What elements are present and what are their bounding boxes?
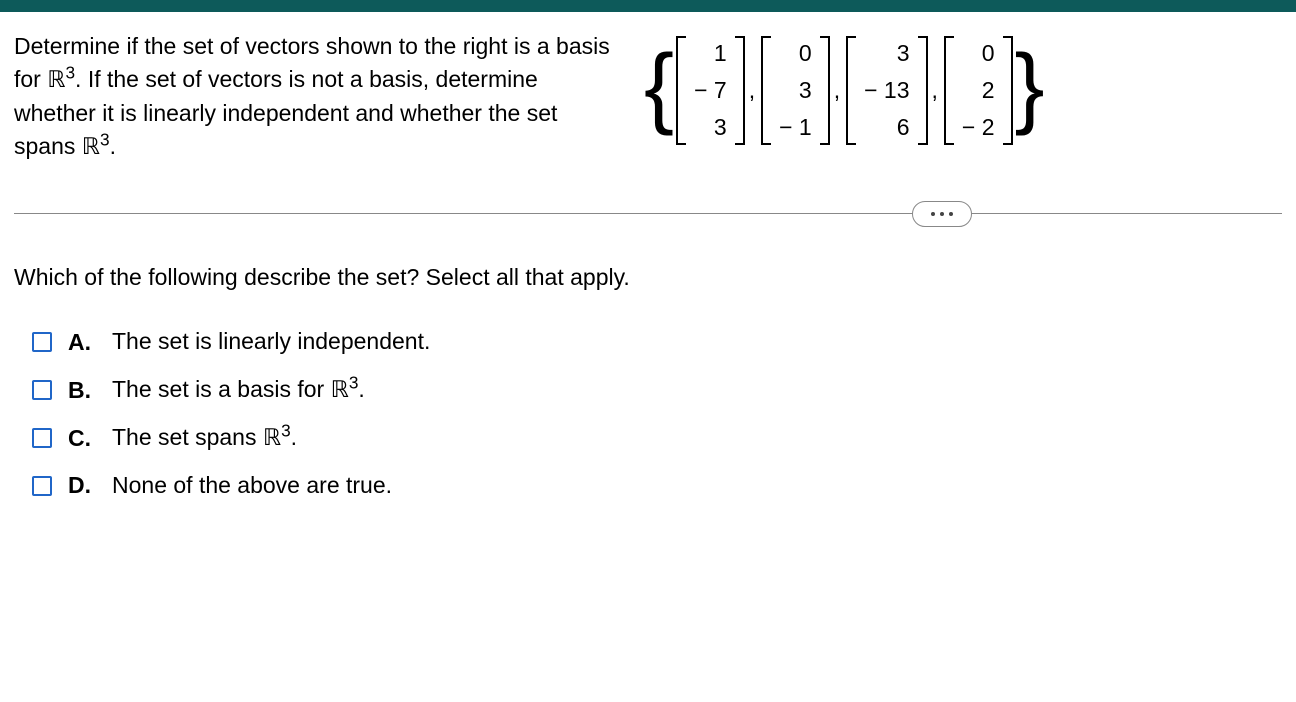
v1-r3: 3 — [694, 116, 727, 139]
option-a-text: The set is linearly independent. — [112, 327, 430, 357]
right-brace: } — [1015, 47, 1045, 127]
option-c-text: The set spans ℝ3. — [112, 423, 297, 453]
content-area: Determine if the set of vectors shown to… — [0, 12, 1296, 549]
option-b-letter: B. — [68, 377, 96, 404]
checkbox-d[interactable] — [32, 476, 52, 496]
comma-3: , — [932, 77, 938, 104]
more-options-button[interactable] — [912, 201, 972, 227]
v4-r1: 0 — [962, 42, 995, 65]
problem-prompt: Determine if the set of vectors shown to… — [14, 30, 614, 163]
option-b-exp: 3 — [349, 373, 359, 393]
option-d-row: D. None of the above are true. — [32, 471, 1282, 501]
vector-set: { 1 − 7 3 , 0 3 − 1 , — [644, 30, 1045, 145]
option-d-letter: D. — [68, 472, 96, 499]
option-c-exp: 3 — [281, 421, 291, 441]
options-list: A. The set is linearly independent. B. T… — [14, 327, 1282, 501]
option-c-letter: C. — [68, 425, 96, 452]
vector-3: 3 − 13 6 — [846, 36, 927, 145]
vector-4: 0 2 − 2 — [944, 36, 1013, 145]
vector-1: 1 − 7 3 — [676, 36, 745, 145]
option-b-post: . — [358, 376, 364, 402]
option-c-row: C. The set spans ℝ3. — [32, 423, 1282, 453]
option-c-pre: The set spans — [112, 424, 263, 450]
option-d-text: None of the above are true. — [112, 471, 392, 501]
option-b-pre: The set is a basis for — [112, 376, 331, 402]
top-teal-bar — [0, 0, 1296, 12]
option-a-row: A. The set is linearly independent. — [32, 327, 1282, 357]
v2-r1: 0 — [779, 42, 812, 65]
left-brace: { — [644, 47, 674, 127]
exponent-2: 3 — [100, 129, 110, 149]
question-text: Which of the following describe the set?… — [14, 264, 1282, 291]
option-a-letter: A. — [68, 329, 96, 356]
comma-2: , — [834, 77, 840, 104]
v3-r3: 6 — [864, 116, 909, 139]
exponent-1: 3 — [65, 63, 75, 83]
v2-r3: − 1 — [779, 116, 812, 139]
ellipsis-icon — [949, 212, 953, 216]
v2-r2: 3 — [779, 79, 812, 102]
real-symbol-2: ℝ — [82, 134, 100, 159]
v4-r3: − 2 — [962, 116, 995, 139]
option-b-row: B. The set is a basis for ℝ3. — [32, 375, 1282, 405]
checkbox-c[interactable] — [32, 428, 52, 448]
prompt-part-1c: . — [110, 133, 116, 159]
v1-r2: − 7 — [694, 79, 727, 102]
v3-r2: − 13 — [864, 79, 909, 102]
checkbox-b[interactable] — [32, 380, 52, 400]
option-b-text: The set is a basis for ℝ3. — [112, 375, 365, 405]
v1-r1: 1 — [694, 42, 727, 65]
v4-r2: 2 — [962, 79, 995, 102]
checkbox-a[interactable] — [32, 332, 52, 352]
v3-r1: 3 — [864, 42, 909, 65]
option-c-post: . — [291, 424, 297, 450]
option-b-real: ℝ — [331, 377, 349, 402]
problem-row: Determine if the set of vectors shown to… — [14, 30, 1282, 163]
real-symbol-1: ℝ — [47, 67, 65, 92]
option-c-real: ℝ — [263, 425, 281, 450]
ellipsis-icon — [931, 212, 935, 216]
comma-1: , — [749, 77, 755, 104]
vector-2: 0 3 − 1 — [761, 36, 830, 145]
divider — [14, 213, 1282, 214]
ellipsis-icon — [940, 212, 944, 216]
